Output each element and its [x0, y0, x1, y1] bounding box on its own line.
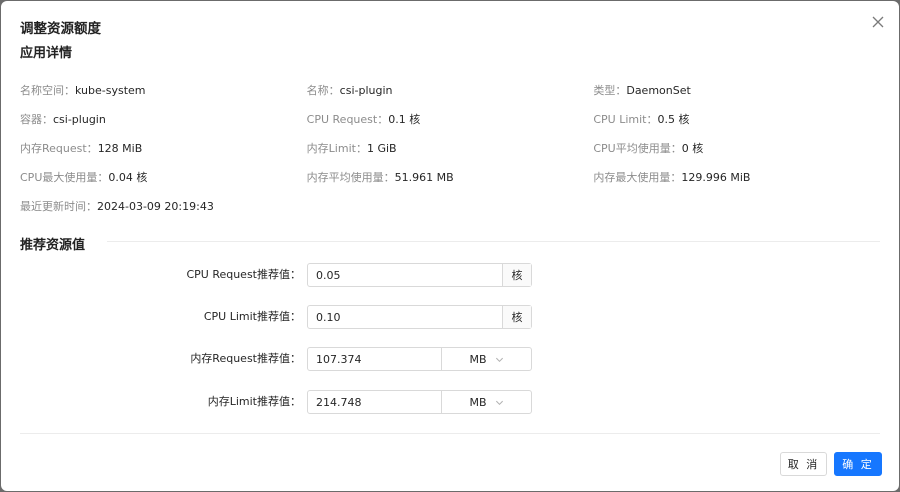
footer-divider [20, 433, 880, 434]
details-item-label: 内存Request： [20, 141, 98, 155]
unit-addon: 核 [502, 306, 531, 328]
section-divider [107, 241, 880, 242]
unit-select-value: MB [469, 352, 487, 366]
form-label: CPU Limit推荐值： [203, 310, 301, 323]
details-item: 名称：csi-plugin [307, 82, 594, 98]
details-item-value: 129.996 MiB [681, 170, 751, 184]
details-grid: 名称空间：kube-system 名称：csi-plugin 类型：DaemonSe… [20, 75, 880, 220]
details-item-value: 0.1 核 [388, 112, 421, 126]
details-item-label: CPU Request： [306, 112, 389, 126]
details-item-value: 0.04 核 [108, 170, 148, 184]
details-item-value: 0 核 [681, 141, 704, 155]
details-item-value: 128 MiB [97, 141, 143, 155]
form-row: 内存Limit推荐值： MB [1, 390, 899, 414]
unit-select[interactable]: MB [441, 348, 531, 370]
details-item-label: CPU平均使用量： [593, 141, 682, 155]
details-item-value: kube-system [75, 83, 146, 97]
input-group: 核 [307, 263, 532, 287]
adjust-quota-modal: 调整资源额度 应用详情 名称空间：kube-system 名称：csi-plugi… [1, 1, 899, 491]
details-item: 类型：DaemonSet [593, 82, 880, 98]
details-item: 名称空间：kube-system [20, 82, 307, 98]
form-label: CPU Request推荐值： [186, 268, 301, 281]
recommend-value-input[interactable] [308, 348, 441, 370]
details-item-label: 名称空间： [20, 83, 75, 97]
details-item-label: 类型： [593, 83, 627, 97]
details-item: CPU Request：0.1 核 [307, 111, 594, 127]
form-label: 内存Request推荐值： [190, 352, 301, 365]
details-item: 内存Request：128 MiB [20, 140, 307, 156]
details-item-label: 最近更新时间： [20, 199, 97, 213]
details-row: CPU最大使用量：0.04 核内存平均使用量：51.961 MB 内存最大使用量：… [20, 162, 880, 191]
details-item-value: 2024-03-09 20:19:43 [97, 199, 214, 213]
details-item: 最近更新时间：2024-03-09 20:19:43 [20, 198, 307, 214]
confirm-button[interactable]: 确 定 [834, 452, 882, 476]
form-row: CPU Request推荐值： 核 [1, 263, 899, 287]
details-section-title: 应用详情 [20, 46, 73, 61]
details-item: 内存Limit：1 GiB [307, 140, 594, 156]
modal-title: 调整资源额度 [20, 21, 101, 37]
unit-select-value: MB [469, 395, 487, 409]
details-item: 内存平均使用量：51.961 MB [307, 169, 594, 185]
details-item: CPU最大使用量：0.04 核 [20, 169, 307, 185]
recommend-value-input[interactable] [308, 306, 502, 328]
details-row: 名称空间：kube-system 名称：csi-plugin 类型：DaemonSe… [20, 75, 880, 104]
recommend-section-title: 推荐资源值 [20, 238, 86, 253]
details-item: CPU Limit：0.5 核 [593, 111, 880, 127]
details-item: CPU平均使用量：0 核 [593, 140, 880, 156]
chevron-down-icon [495, 398, 504, 407]
details-item-label: 名称： [306, 83, 340, 97]
close-icon[interactable] [871, 15, 885, 29]
details-row: 内存Request：128 MiB 内存Limit：1 GiB CPU平均使用量：0… [20, 133, 880, 162]
input-group: MB [307, 390, 532, 414]
chevron-down-icon [495, 355, 504, 364]
details-item: 内存最大使用量：129.996 MiB [593, 169, 880, 185]
input-group: MB [307, 347, 532, 371]
details-item-label: CPU最大使用量： [20, 170, 109, 184]
form-row: CPU Limit推荐值： 核 [1, 305, 899, 329]
details-item-value: DaemonSet [626, 83, 691, 97]
details-item: 容器：csi-plugin [20, 111, 307, 127]
details-row: 容器：csi-plugin CPU Request：0.1 核 CPU Limit：… [20, 104, 880, 133]
details-item-value: 1 GiB [366, 141, 397, 155]
form-label: 内存Limit推荐值： [207, 395, 301, 408]
details-item-label: 内存Limit： [306, 141, 367, 155]
recommend-value-input[interactable] [308, 391, 441, 413]
unit-select[interactable]: MB [441, 391, 531, 413]
details-item-value: csi-plugin [53, 112, 106, 126]
details-item-label: 容器： [20, 112, 53, 126]
unit-addon: 核 [502, 264, 531, 286]
details-item-value: csi-plugin [339, 83, 393, 97]
input-group: 核 [307, 305, 532, 329]
details-item-value: 0.5 核 [657, 112, 690, 126]
details-item-label: 内存最大使用量： [593, 170, 682, 184]
details-item-value: 51.961 MB [394, 170, 454, 184]
details-row: 最近更新时间：2024-03-09 20:19:43 [20, 191, 880, 220]
details-item-label: 内存平均使用量： [306, 170, 395, 184]
cancel-button[interactable]: 取 消 [780, 452, 827, 476]
recommend-value-input[interactable] [308, 264, 502, 286]
form-row: 内存Request推荐值： MB [1, 347, 899, 371]
details-item-label: CPU Limit： [593, 112, 658, 126]
